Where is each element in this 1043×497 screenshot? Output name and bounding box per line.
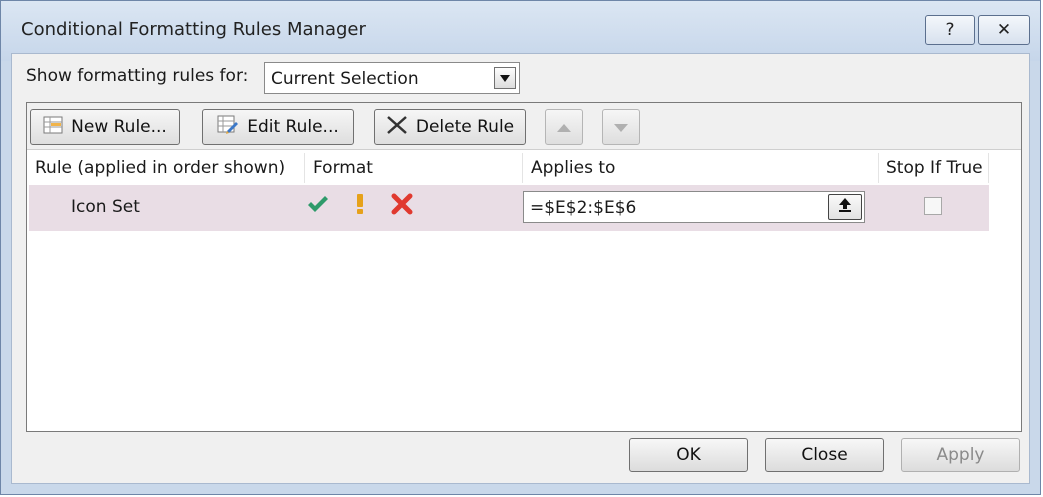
yellow-exclamation-icon [355,193,365,219]
table-row[interactable]: Icon Set =$E$2:$E$6 [29,185,989,231]
delete-x-icon [386,115,408,140]
dropdown-arrow-icon[interactable] [494,67,516,89]
ok-button[interactable]: OK [629,438,748,472]
window-title: Conditional Formatting Rules Manager [21,19,366,40]
rules-manager-dialog: Conditional Formatting Rules Manager ? ✕… [0,0,1041,495]
delete-rule-label: Delete Rule [415,117,515,137]
dialog-body: Show formatting rules for: Current Selec… [11,53,1030,484]
applies-to-value: =$E$2:$E$6 [530,198,637,218]
delete-rule-button[interactable]: Delete Rule [374,109,526,145]
red-x-icon [391,193,413,219]
applies-to-input[interactable]: =$E$2:$E$6 [523,191,865,223]
title-bar: Conditional Formatting Rules Manager ? ✕ [1,1,1040,61]
close-button[interactable]: Close [765,438,884,472]
apply-button[interactable]: Apply [901,438,1020,472]
column-header-rule[interactable]: Rule (applied in order shown) [27,153,305,183]
column-header-applies-to[interactable]: Applies to [523,153,879,183]
rules-toolbar: New Rule... Edit Rule... Delete Rule [27,103,1021,150]
new-rule-label: New Rule... [71,117,167,137]
help-button[interactable]: ? [925,15,975,45]
rules-table-header: Rule (applied in order shown) Format App… [27,153,1021,183]
edit-rule-icon [217,115,239,140]
edit-rule-label: Edit Rule... [247,117,339,137]
column-header-format[interactable]: Format [305,153,523,183]
collapse-dialog-button[interactable] [828,194,862,220]
edit-rule-button[interactable]: Edit Rule... [202,109,354,145]
format-preview [307,193,413,219]
move-up-button[interactable] [545,109,583,145]
column-header-stop-if-true[interactable]: Stop If True [879,153,989,183]
green-check-icon [307,194,329,218]
show-rules-dropdown[interactable]: Current Selection [264,62,520,94]
show-rules-value: Current Selection [271,69,419,89]
stop-if-true-checkbox[interactable] [924,197,942,215]
arrow-down-icon [614,117,628,137]
new-rule-button[interactable]: New Rule... [30,109,180,145]
close-window-button[interactable]: ✕ [978,15,1030,45]
arrow-up-icon [557,117,571,137]
move-down-button[interactable] [602,109,640,145]
rule-name: Icon Set [71,197,140,217]
collapse-arrow-icon [838,197,852,217]
rules-panel: New Rule... Edit Rule... Delete Rule Rul… [26,102,1022,432]
show-rules-label: Show formatting rules for: [26,66,249,86]
new-rule-icon [43,116,63,139]
